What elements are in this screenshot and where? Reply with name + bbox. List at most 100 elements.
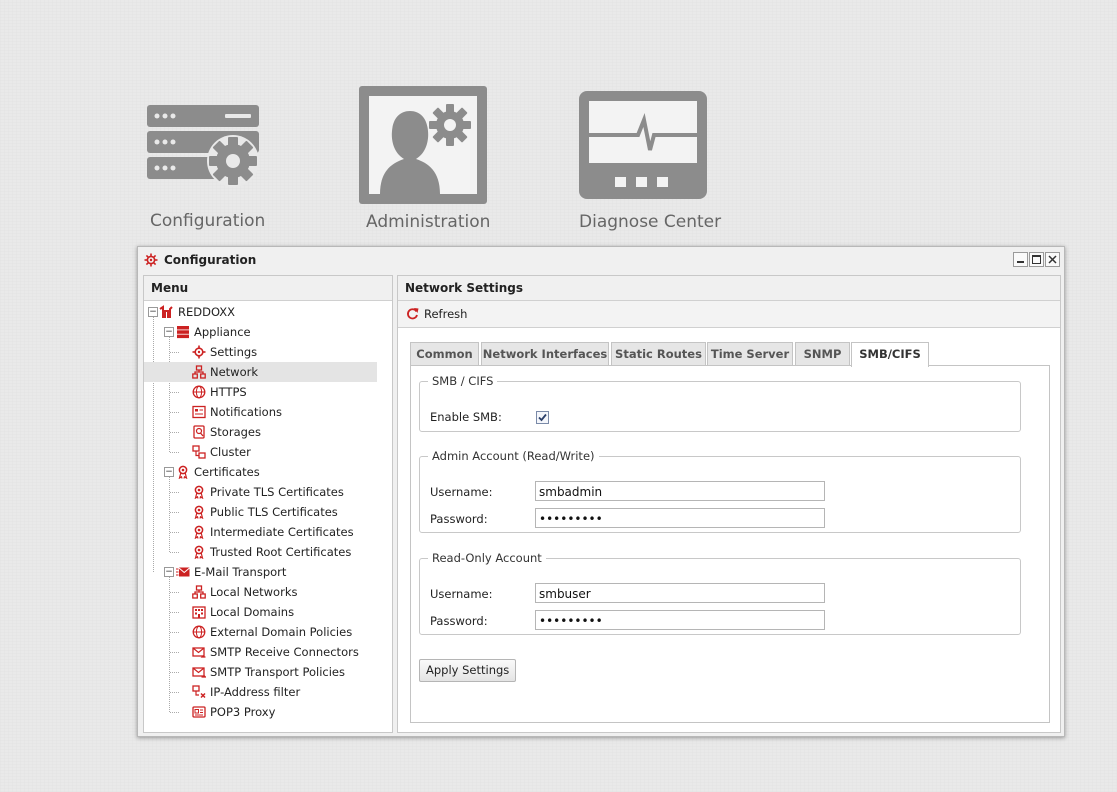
tree-item-label: SMTP Transport Policies	[210, 665, 345, 679]
minimize-button[interactable]	[1013, 252, 1028, 267]
tree-item-e-mail-transport[interactable]: − E-Mail Transport	[144, 562, 377, 582]
collapse-toggle-icon[interactable]: −	[148, 307, 158, 317]
user-gear-icon	[359, 86, 487, 204]
tree-item-label: Intermediate Certificates	[210, 525, 354, 539]
tree-item-label: E-Mail Transport	[194, 565, 287, 579]
server-gear-icon	[147, 105, 259, 187]
network-icon	[192, 365, 206, 379]
network-settings-panel: Network Settings Refresh Common Network …	[397, 275, 1061, 733]
tree-item-label: POP3 Proxy	[210, 705, 276, 719]
tree-item-smtp-receive-connectors[interactable]: SMTP Receive Connectors	[144, 642, 377, 662]
tree-item-local-domains[interactable]: Local Domains	[144, 602, 377, 622]
email-transport-icon	[176, 565, 190, 579]
tree-item-label: Appliance	[194, 325, 251, 339]
menu-panel: Menu − REDDOXX − Appliance Settings Network HT…	[143, 275, 393, 733]
network-icon	[192, 585, 206, 599]
gear-icon	[144, 253, 158, 267]
cluster-icon	[192, 445, 206, 459]
reddoxx-logo-icon	[159, 305, 173, 319]
tree-item-label: Trusted Root Certificates	[210, 545, 352, 559]
smb-cifs-tab-content: SMB / CIFS Enable SMB: Admin Account (Re…	[410, 365, 1050, 723]
configuration-desktop-icon[interactable]: Configuration	[140, 95, 270, 240]
tree-item-label: Local Networks	[210, 585, 298, 599]
smb-cifs-fieldset: SMB / CIFS Enable SMB:	[419, 374, 1021, 432]
tab-snmp[interactable]: SNMP	[795, 342, 850, 365]
administration-desktop-icon[interactable]: Administration	[355, 85, 490, 235]
configuration-label: Configuration	[150, 211, 266, 231]
refresh-icon	[407, 308, 419, 320]
window-controls	[1012, 252, 1060, 267]
refresh-label: Refresh	[424, 307, 468, 321]
tab-static-routes[interactable]: Static Routes	[611, 342, 706, 365]
admin-account-fieldset: Admin Account (Read/Write) Username: smb…	[419, 449, 1021, 533]
checkmark-icon	[538, 413, 547, 422]
maximize-icon	[1032, 255, 1041, 264]
tree-item-local-networks[interactable]: Local Networks	[144, 582, 377, 602]
certificate-icon	[192, 545, 206, 560]
tree-item-label: HTTPS	[210, 385, 247, 399]
menu-tree: − REDDOXX − Appliance Settings Network HTTPS No…	[144, 302, 392, 732]
configuration-window: Configuration Menu − REDDOXX − Appliance Set…	[137, 246, 1065, 737]
tree-item-ip-address-filter[interactable]: IP-Address filter	[144, 682, 377, 702]
tree-item-https[interactable]: HTTPS	[144, 382, 377, 402]
tree-item-label: Public TLS Certificates	[210, 505, 338, 519]
notification-icon	[192, 405, 206, 419]
collapse-toggle-icon[interactable]: −	[164, 567, 174, 577]
readonly-password-input[interactable]: •••••••••	[535, 610, 825, 630]
enable-smb-checkbox[interactable]	[536, 411, 549, 424]
tree-item-network[interactable]: Network	[144, 362, 377, 382]
diagnose-center-label: Diagnose Center	[579, 212, 722, 232]
pop3-icon	[192, 705, 206, 719]
tree-item-private-tls-certificates[interactable]: Private TLS Certificates	[144, 482, 377, 502]
certificate-icon	[176, 465, 190, 480]
close-icon	[1048, 255, 1057, 264]
close-button[interactable]	[1045, 252, 1060, 267]
tree-item-label: IP-Address filter	[210, 685, 301, 699]
tab-smb-cifs[interactable]: SMB/CIFS	[851, 342, 929, 367]
tree-item-external-domain-policies[interactable]: External Domain Policies	[144, 622, 377, 642]
readonly-account-fieldset: Read-Only Account Username: smbuser Pass…	[419, 551, 1021, 635]
readonly-username-input[interactable]: smbuser	[535, 583, 825, 603]
tree-item-certificates[interactable]: − Certificates	[144, 462, 377, 482]
diagnose-center-desktop-icon[interactable]: Diagnose Center	[575, 88, 721, 238]
tab-network-interfaces[interactable]: Network Interfaces	[481, 342, 609, 365]
storage-icon	[192, 425, 206, 439]
tree-item-settings[interactable]: Settings	[144, 342, 377, 362]
tree-item-appliance[interactable]: − Appliance	[144, 322, 377, 342]
tree-item-label: Cluster	[210, 445, 251, 459]
tab-time-server[interactable]: Time Server	[707, 342, 793, 365]
tree-item-public-tls-certificates[interactable]: Public TLS Certificates	[144, 502, 377, 522]
admin-account-legend: Admin Account (Read/Write)	[432, 449, 595, 463]
window-title-bar[interactable]: Configuration	[138, 247, 1064, 273]
ip-filter-icon	[192, 685, 206, 699]
collapse-toggle-icon[interactable]: −	[164, 327, 174, 337]
administration-label: Administration	[366, 212, 491, 232]
certificate-icon	[192, 525, 206, 540]
tree-item-storages[interactable]: Storages	[144, 422, 377, 442]
collapse-toggle-icon[interactable]: −	[164, 467, 174, 477]
tree-item-smtp-transport-policies[interactable]: SMTP Transport Policies	[144, 662, 377, 682]
mail-send-icon	[192, 665, 207, 679]
tree-item-reddoxx[interactable]: − REDDOXX	[144, 302, 377, 322]
tab-common[interactable]: Common	[410, 342, 479, 365]
tree-item-intermediate-certificates[interactable]: Intermediate Certificates	[144, 522, 377, 542]
tree-item-label: Certificates	[194, 465, 260, 479]
minimize-icon	[1017, 261, 1024, 263]
tree-item-notifications[interactable]: Notifications	[144, 402, 377, 422]
tree-item-cluster[interactable]: Cluster	[144, 442, 377, 462]
tree-item-label: Settings	[210, 345, 258, 359]
apply-settings-button[interactable]: Apply Settings	[419, 659, 517, 682]
readonly-username-label: Username:	[430, 587, 493, 601]
settings-toolbar: Refresh	[398, 301, 1060, 328]
tree-item-label: REDDOXX	[178, 305, 236, 319]
tree-item-pop3-proxy[interactable]: POP3 Proxy	[144, 702, 377, 722]
refresh-button[interactable]: Refresh	[404, 305, 467, 323]
tree-item-trusted-root-certificates[interactable]: Trusted Root Certificates	[144, 542, 377, 562]
globe-icon	[192, 625, 206, 639]
window-title: Configuration	[164, 253, 257, 267]
admin-username-input[interactable]: smbadmin	[535, 481, 825, 501]
mail-receive-icon	[192, 645, 206, 659]
tree-item-label: Storages	[210, 425, 261, 439]
admin-password-input[interactable]: •••••••••	[535, 508, 825, 528]
maximize-button[interactable]	[1029, 252, 1044, 267]
